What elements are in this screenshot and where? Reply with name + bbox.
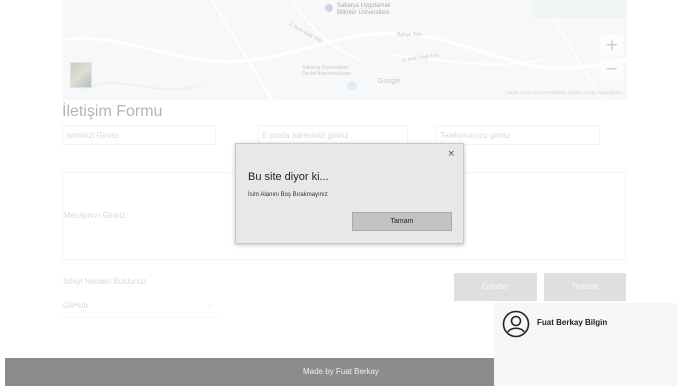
page: Sakarya Uygulamalı Bilimler Üniversitesi… — [0, 0, 677, 386]
user-avatar-icon — [502, 310, 530, 338]
ok-button[interactable]: Tamam — [352, 212, 452, 231]
user-card[interactable]: Fuat Berkay Bilgin — [494, 303, 677, 386]
close-icon[interactable]: × — [447, 149, 455, 159]
user-name: Fuat Berkay Bilgin — [537, 318, 608, 327]
alert-dialog: × Bu site diyor ki... İsim Alanını Boş B… — [235, 143, 464, 244]
dialog-message: İsim Alanını Boş Bırakmayınız — [248, 192, 328, 198]
dialog-title: Bu site diyor ki... — [248, 171, 329, 183]
